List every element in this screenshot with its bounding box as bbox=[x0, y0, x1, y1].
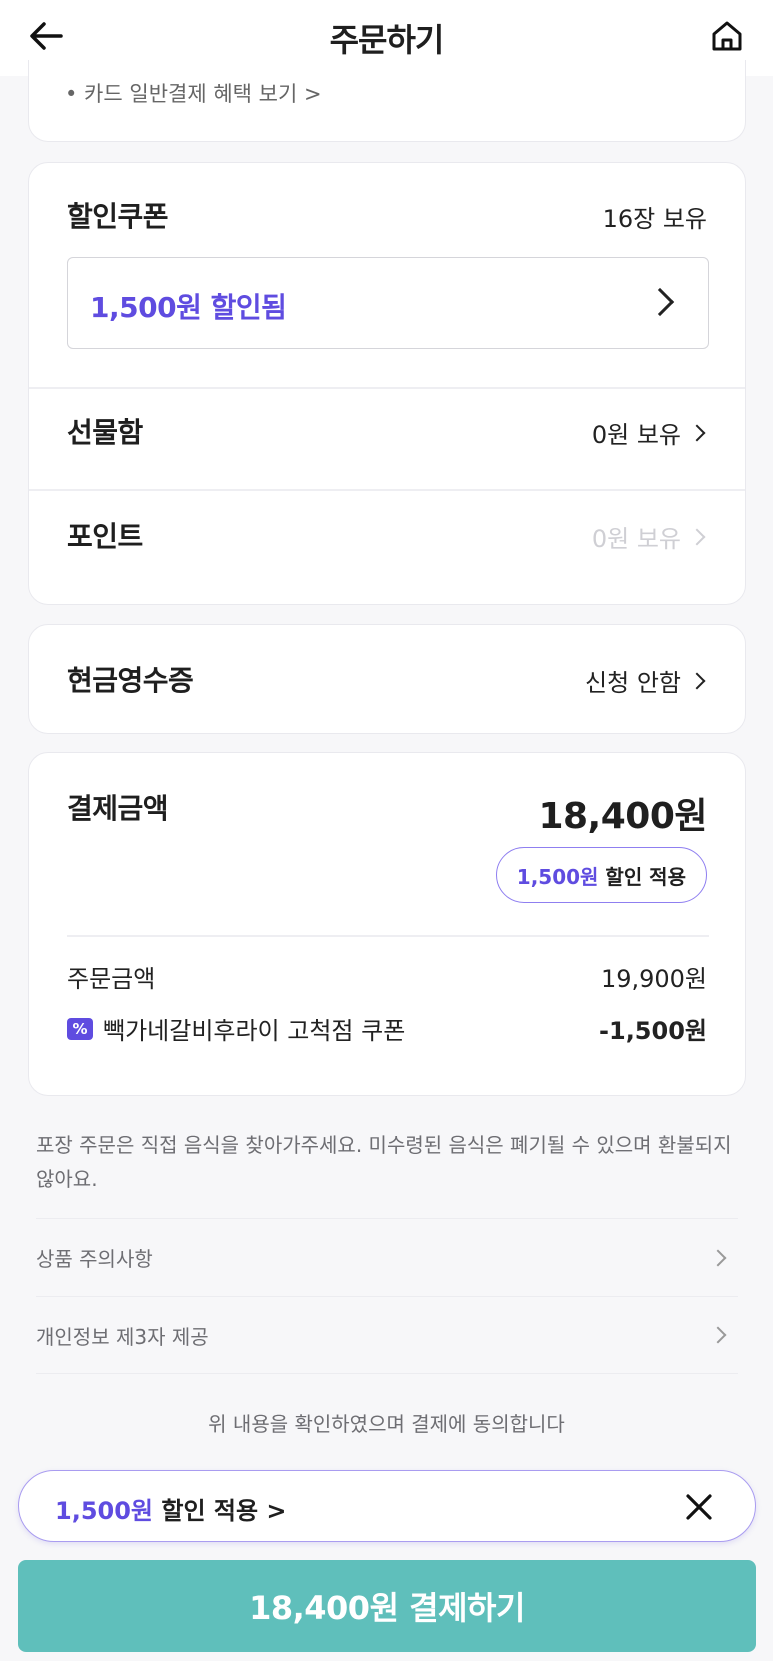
chevron-right-icon bbox=[645, 287, 675, 317]
discount-section: 할인쿠폰 16장 보유 1,500원 할인됨 선물함 0원 보유 포인트 0원 … bbox=[28, 162, 746, 605]
link-label: 상품 주의사항 bbox=[36, 1247, 153, 1271]
discount-label: 할인 적용 bbox=[605, 864, 686, 889]
discount-applied-bar[interactable]: 1,500원 할인 적용 > bbox=[18, 1470, 756, 1542]
discount-amount: 1,500원 bbox=[516, 864, 599, 889]
coupon-title: 할인쿠폰 bbox=[67, 200, 169, 233]
coupon-select-button[interactable]: 1,500원 할인됨 bbox=[67, 257, 709, 349]
giftbox-title: 선물함 bbox=[67, 416, 143, 449]
back-button[interactable] bbox=[26, 16, 66, 56]
order-amount-label: 주문금액 bbox=[67, 965, 156, 993]
cash-receipt-value: 신청 안함 bbox=[585, 669, 681, 697]
chevron-right-icon bbox=[709, 1249, 727, 1266]
coupon-owned-count: 16장 보유 bbox=[602, 205, 707, 233]
cash-receipt-section[interactable]: 현금영수증 신청 안함 bbox=[28, 624, 746, 734]
payment-summary-section: 결제금액 18,400원 1,500원 할인 적용 주문금액 19,900원 %… bbox=[28, 752, 746, 1096]
coupon-line-value: -1,500원 bbox=[599, 1017, 707, 1045]
cash-receipt-row-button[interactable]: 신청 안함 bbox=[585, 663, 707, 698]
card-benefit-link[interactable]: • 카드 일반결제 혜택 보기 > bbox=[65, 78, 322, 108]
coupon-line: % 빽가네갈비후라이 고척점 쿠폰 bbox=[67, 1011, 405, 1046]
coupon-percent-icon: % bbox=[67, 1017, 93, 1040]
discount-bar-text: 1,500원 할인 적용 > bbox=[55, 1491, 287, 1526]
page-title: 주문하기 bbox=[329, 21, 445, 59]
close-button[interactable] bbox=[679, 1487, 719, 1527]
divider bbox=[29, 387, 745, 389]
divider bbox=[67, 935, 709, 937]
cash-receipt-title: 현금영수증 bbox=[67, 664, 194, 697]
agreement-text: 위 내용을 확인하였으며 결제에 동의합니다 bbox=[208, 1412, 565, 1436]
discount-bar-label: 할인 적용 > bbox=[161, 1497, 287, 1525]
discount-applied-badge: 1,500원 할인 적용 bbox=[495, 847, 707, 903]
payment-title: 결제금액 bbox=[67, 792, 169, 825]
pickup-notice: 포장 주문은 직접 음식을 찾아가주세요. 미수령된 음식은 폐기될 수 있으며… bbox=[36, 1133, 732, 1191]
coupon-applied-value: 1,500원 할인됨 bbox=[90, 291, 287, 324]
back-arrow-icon bbox=[30, 22, 63, 50]
points-row-button[interactable]: 0원 보유 bbox=[592, 519, 707, 554]
order-amount-value: 19,900원 bbox=[600, 965, 707, 993]
pay-button[interactable]: 18,400원 결제하기 bbox=[18, 1560, 756, 1652]
points-title: 포인트 bbox=[67, 520, 143, 553]
link-label: 개인정보 제3자 제공 bbox=[36, 1324, 209, 1349]
chevron-right-icon bbox=[688, 528, 706, 545]
chevron-right-icon bbox=[688, 672, 706, 689]
link-product-caution[interactable]: 상품 주의사항 bbox=[36, 1218, 738, 1296]
coupon-line-label: 빽가네갈비후라이 고척점 쿠폰 bbox=[103, 1017, 406, 1045]
points-value: 0원 보유 bbox=[591, 525, 681, 553]
discount-bar-amount: 1,500원 bbox=[55, 1497, 153, 1525]
giftbox-row-button[interactable]: 0원 보유 bbox=[592, 415, 707, 450]
home-button[interactable] bbox=[707, 16, 747, 56]
chevron-right-icon bbox=[688, 424, 706, 441]
chevron-right-icon bbox=[709, 1326, 727, 1344]
giftbox-value: 0원 보유 bbox=[591, 421, 681, 449]
home-icon bbox=[712, 21, 742, 51]
close-icon bbox=[686, 1494, 712, 1520]
payment-total: 18,400원 bbox=[538, 796, 707, 837]
link-third-party-privacy[interactable]: 개인정보 제3자 제공 bbox=[36, 1296, 738, 1374]
card-benefit-section: • 카드 일반결제 혜택 보기 > bbox=[28, 60, 746, 142]
divider bbox=[29, 489, 745, 491]
